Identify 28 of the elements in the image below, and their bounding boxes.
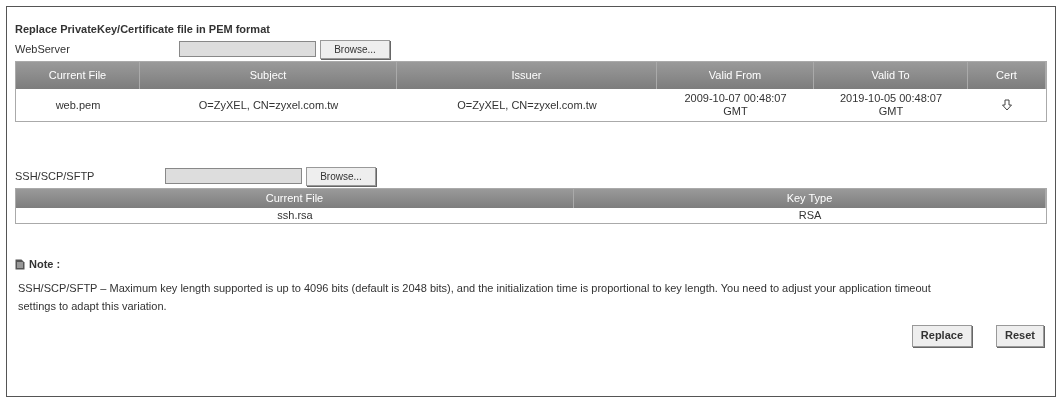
table-cell-text: O=ZyXEL, CN=zyxel.com.tw xyxy=(456,97,598,113)
table-cell-text: 2009-10-07 00:48:07 GMT xyxy=(683,91,788,119)
action-button[interactable]: Reset xyxy=(996,324,1044,347)
column-header: Key Type xyxy=(574,189,1046,208)
file-input-field[interactable] xyxy=(165,168,302,184)
column-header: Current File xyxy=(16,189,574,208)
column-header: Current File xyxy=(16,62,140,89)
column-header: Cert xyxy=(968,62,1046,89)
column-header: Issuer xyxy=(397,62,657,89)
note-title: Note : xyxy=(29,257,61,272)
file-input-field[interactable] xyxy=(179,41,316,57)
action-button[interactable]: Replace xyxy=(911,324,973,347)
table-cell-text: RSA xyxy=(797,208,823,223)
note-text: SSH/SCP/SFTP – Maximum key length supported is up to 4096 bits (default is 2048 bits), and the initialization time is proportional to key length. You need to adjust your application timeout settings to adapt this variation. xyxy=(17,280,932,314)
download-arrow-icon[interactable] xyxy=(1002,99,1012,111)
browse-button[interactable]: Browse... xyxy=(320,39,390,59)
table-cell-text: 2019-10-05 00:48:07 GMT xyxy=(838,91,944,119)
note-icon xyxy=(15,258,25,270)
column-header: Subject xyxy=(140,62,397,89)
column-header: Valid From xyxy=(657,62,814,89)
column-header: Valid To xyxy=(814,62,968,89)
section-title: Replace PrivateKey/Certificate file in PEM format xyxy=(15,22,271,37)
field-label: WebServer xyxy=(15,41,71,57)
table-cell-text: O=ZyXEL, CN=zyxel.com.tw xyxy=(197,97,340,113)
table-cell-text: ssh.rsa xyxy=(276,208,314,223)
table-cell-text: web.pem xyxy=(54,97,102,113)
field-label: SSH/SCP/SFTP xyxy=(15,168,96,184)
browse-button[interactable]: Browse... xyxy=(306,166,376,186)
